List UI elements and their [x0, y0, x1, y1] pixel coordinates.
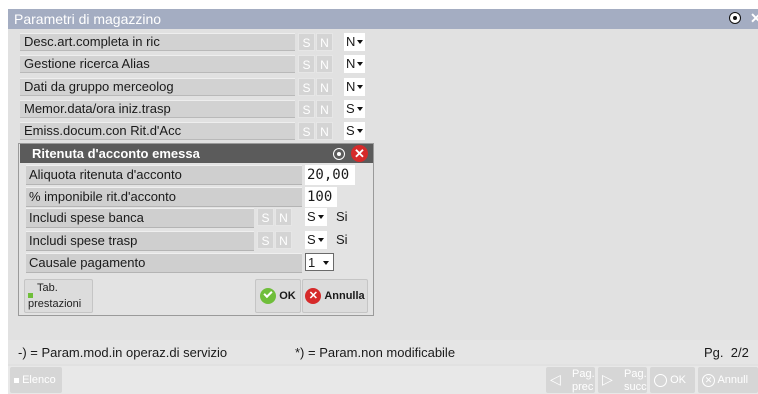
n-option[interactable]: N [316, 33, 333, 51]
close-icon[interactable]: ✕ [351, 145, 368, 162]
param-select-memor[interactable]: S [344, 100, 365, 118]
select-value: N [346, 34, 356, 49]
legend-text-2: *) = Param.non modificabile [295, 345, 456, 360]
sn-toggle[interactable]: SN [298, 100, 334, 118]
annulla-label: Annulla [324, 290, 365, 302]
next-arrow-icon: ▷ [602, 371, 613, 387]
spese-banca-select[interactable]: S [305, 208, 327, 226]
sn-toggle[interactable]: SN [298, 55, 334, 73]
select-value: S [307, 232, 316, 247]
sn-toggle[interactable]: SN [298, 122, 334, 140]
s-option[interactable]: S [298, 100, 315, 118]
n-option[interactable]: N [316, 122, 333, 140]
imponibile-input[interactable]: 100 [305, 187, 337, 207]
chevron-down-icon [323, 260, 330, 265]
list-icon [14, 377, 19, 383]
cancel-icon: ✕ [305, 288, 322, 304]
check-icon [260, 288, 277, 304]
spese-banca-desc: Si [336, 209, 348, 224]
legend-text-1: -) = Param.mod.in operaz.di servizio [18, 345, 228, 360]
param-label-desc: Desc.art.completa in ric [20, 33, 295, 51]
elenco-label: Elenco [22, 374, 56, 386]
main-title-bar: Parametri di magazzino ✕ [8, 9, 758, 29]
chevron-down-icon [357, 84, 364, 89]
sn-toggle[interactable]: SN [298, 78, 334, 96]
spese-trasp-select[interactable]: S [305, 231, 327, 249]
chevron-down-icon [317, 237, 324, 242]
check-icon [654, 373, 667, 387]
n-option[interactable]: N [316, 55, 333, 73]
n-option[interactable]: N [275, 231, 292, 249]
next-label-line1: Pag. [624, 368, 647, 380]
param-select-gruppo[interactable]: N [344, 78, 365, 96]
ok-label: OK [279, 290, 296, 302]
s-option[interactable]: S [298, 33, 315, 51]
imponibile-label: % imponibile rit.d'acconto [26, 187, 302, 207]
aliquota-label: Aliquota ritenuta d'acconto [26, 165, 302, 185]
n-option[interactable]: N [316, 100, 333, 118]
bottom-toolbar: Elenco ◁ Pag. prec ▷ Pag. succ OK ✕ Annu… [8, 366, 758, 394]
legend-bar: -) = Param.mod.in operaz.di servizio *) … [8, 340, 758, 364]
prev-label-line2: prec [572, 381, 594, 393]
page-indicator: Pg. 2/2 [704, 345, 749, 360]
s-option[interactable]: S [298, 78, 315, 96]
chevron-down-icon [317, 214, 324, 219]
n-option[interactable]: N [316, 78, 333, 96]
s-option[interactable]: S [257, 231, 274, 249]
causale-label: Causale pagamento [26, 253, 302, 273]
prev-label-line1: Pag. [572, 368, 595, 380]
select-value: S [346, 101, 355, 116]
dialog-title: Ritenuta d'acconto emessa [32, 146, 200, 161]
bottom-ok-button[interactable]: OK [650, 367, 695, 393]
chevron-down-icon [356, 128, 363, 133]
radio-icon[interactable] [333, 148, 345, 160]
param-label-gruppo: Dati da gruppo merceolog [20, 78, 295, 96]
sn-toggle[interactable]: SN [298, 33, 334, 51]
tab-prestazioni-button[interactable]: Tab. prestazioni [24, 279, 93, 313]
ok-button[interactable]: OK [255, 279, 301, 313]
dialog-title-bar: Ritenuta d'acconto emessa ✕ [20, 144, 373, 163]
s-option[interactable]: S [257, 208, 274, 226]
tab-button-line1: Tab. [37, 282, 58, 294]
prev-arrow-icon: ◁ [550, 371, 561, 387]
sn-toggle[interactable]: SN [257, 208, 293, 226]
spese-trasp-desc: Si [336, 232, 348, 247]
bottom-annulla-button[interactable]: ✕ Annull [698, 367, 758, 393]
cancel-icon: ✕ [702, 373, 715, 387]
select-value: N [346, 79, 356, 94]
param-select-emiss[interactable]: S [344, 122, 365, 140]
elenco-button[interactable]: Elenco [10, 367, 62, 393]
radio-icon[interactable] [729, 12, 741, 24]
param-label-memor: Memor.data/ora iniz.trasp [20, 100, 295, 118]
select-value: S [346, 123, 355, 138]
chevron-down-icon [357, 39, 364, 44]
select-value: S [307, 209, 316, 224]
spese-banca-label: Includi spese banca [26, 208, 254, 228]
s-option[interactable]: S [298, 122, 315, 140]
sn-toggle[interactable]: SN [257, 231, 293, 249]
prev-page-button[interactable]: ◁ Pag. prec [546, 367, 595, 393]
bottom-annulla-label: Annull [717, 374, 749, 386]
n-option[interactable]: N [275, 208, 292, 226]
next-label-line2: succ [624, 381, 647, 393]
causale-select[interactable]: 1 [305, 253, 334, 271]
bottom-ok-label: OK [670, 374, 686, 386]
param-label-alias: Gestione ricerca Alias [20, 55, 295, 73]
select-value: 1 [308, 255, 316, 270]
select-value: N [346, 56, 356, 71]
param-label-emiss: Emiss.docum.con Rit.d'Acc [20, 122, 295, 140]
window-title: Parametri di magazzino [14, 11, 162, 27]
aliquota-input[interactable]: 20,00 [305, 165, 355, 185]
next-page-button[interactable]: ▷ Pag. succ [598, 367, 647, 393]
s-option[interactable]: S [298, 55, 315, 73]
annulla-button[interactable]: ✕ Annulla [302, 279, 368, 313]
param-select-alias[interactable]: N [344, 55, 365, 73]
tab-button-line2: prestazioni [28, 298, 82, 310]
close-icon[interactable]: ✕ [750, 10, 758, 26]
chevron-down-icon [357, 61, 364, 66]
chevron-down-icon [356, 106, 363, 111]
spese-trasp-label: Includi spese trasp [26, 231, 254, 251]
param-select-desc[interactable]: N [344, 33, 365, 51]
